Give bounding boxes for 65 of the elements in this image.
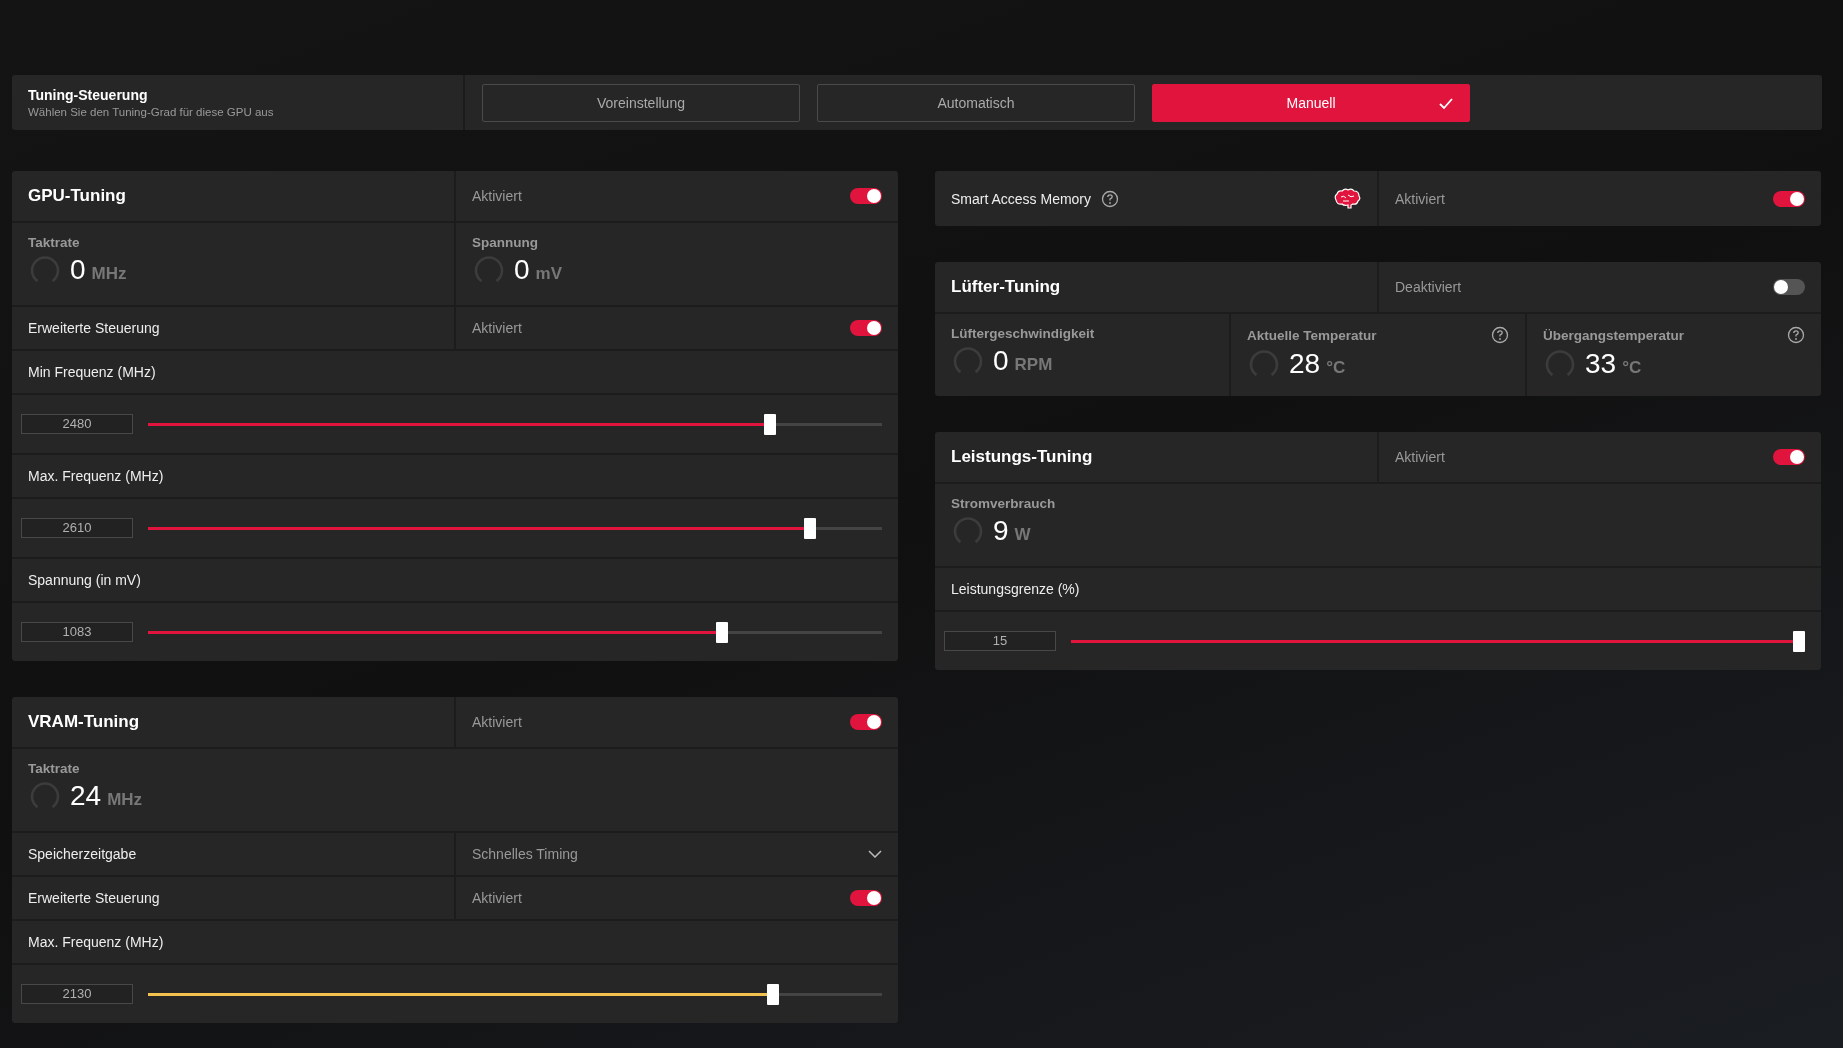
section-title: Tuning-Steuerung (28, 87, 149, 103)
chevron-down-icon (868, 850, 882, 858)
status-label: Aktiviert (1395, 449, 1445, 465)
status-label: Aktiviert (472, 320, 522, 336)
setting-label: Spannung (in mV) (28, 572, 141, 588)
panel-title: GPU-Tuning (28, 186, 126, 206)
panel-title: Lüfter-Tuning (951, 277, 1061, 297)
metric-value: 0 (70, 254, 86, 286)
timing-dropdown[interactable]: Schnelles Timing (454, 833, 898, 875)
toggle-switch[interactable] (1773, 279, 1805, 295)
value-field[interactable]: 2480 (21, 414, 133, 434)
setting-label: Erweiterte Steuerung (28, 320, 160, 336)
metric-unit: RPM (1014, 355, 1053, 375)
section-subtitle: Wählen Sie den Tuning-Grad für diese GPU aus (28, 106, 275, 118)
toggle-switch[interactable] (1773, 449, 1805, 465)
metric-value: 0 (514, 254, 530, 286)
panel-title: Smart Access Memory (951, 190, 1092, 207)
metric-label: Übergangstemperatur (1543, 327, 1685, 343)
value-field[interactable]: 2610 (21, 518, 133, 538)
metric-value: 0 (993, 345, 1009, 377)
value-field[interactable]: 1083 (21, 622, 133, 642)
metric-unit: MHz (107, 790, 143, 810)
toggle-switch[interactable] (850, 714, 882, 730)
metric-unit: mV (535, 264, 563, 284)
metric-value: 33 (1585, 348, 1617, 380)
setting-label: Speicherzeitgabe (28, 846, 137, 862)
metric-label: Taktrate (28, 235, 80, 250)
metric-label: Stromverbrauch (951, 496, 1056, 511)
metric-label: Lüftergeschwindigkeit (951, 326, 1095, 341)
value-field[interactable]: 15 (944, 631, 1056, 651)
toggle-switch[interactable] (850, 320, 882, 336)
help-icon[interactable] (1101, 189, 1120, 208)
metric-value: 24 (70, 780, 102, 812)
toggle-switch[interactable] (1773, 190, 1805, 207)
metric-label: Spannung (472, 235, 538, 250)
metric-value: 28 (1289, 348, 1321, 380)
value-field[interactable]: 2130 (21, 984, 133, 1004)
setting-label: Max. Frequenz (MHz) (28, 934, 164, 950)
status-label: Deaktiviert (1395, 279, 1462, 295)
brain-icon (1333, 187, 1361, 210)
metric-unit: °C (1622, 358, 1642, 378)
toggle-switch[interactable] (850, 890, 882, 906)
help-icon[interactable] (1491, 326, 1509, 344)
status-label: Aktiviert (472, 188, 522, 204)
metric-unit: °C (1326, 358, 1346, 378)
check-icon (1439, 97, 1453, 110)
panel-title: VRAM-Tuning (28, 712, 140, 732)
mode-button[interactable]: Automatisch (817, 83, 1135, 122)
metric-label: Taktrate (28, 761, 80, 776)
setting-label: Erweiterte Steuerung (28, 890, 160, 906)
metric-label: Aktuelle Temperatur (1247, 327, 1377, 343)
metric-unit: MHz (91, 264, 127, 284)
help-icon[interactable] (1787, 326, 1805, 344)
status-label: Aktiviert (1395, 190, 1445, 207)
panel-title: Leistungs-Tuning (951, 447, 1093, 467)
status-label: Aktiviert (472, 714, 522, 730)
setting-label: Leistungsgrenze (%) (951, 581, 1080, 597)
metric-unit: W (1014, 525, 1031, 545)
metric-value: 9 (993, 515, 1009, 547)
status-label: Aktiviert (472, 890, 522, 906)
setting-label: Max. Frequenz (MHz) (28, 468, 164, 484)
toggle-switch[interactable] (850, 188, 882, 204)
mode-button[interactable]: Voreinstellung (482, 83, 800, 122)
mode-button[interactable]: Manuell (1152, 83, 1470, 122)
setting-label: Min Frequenz (MHz) (28, 364, 156, 380)
